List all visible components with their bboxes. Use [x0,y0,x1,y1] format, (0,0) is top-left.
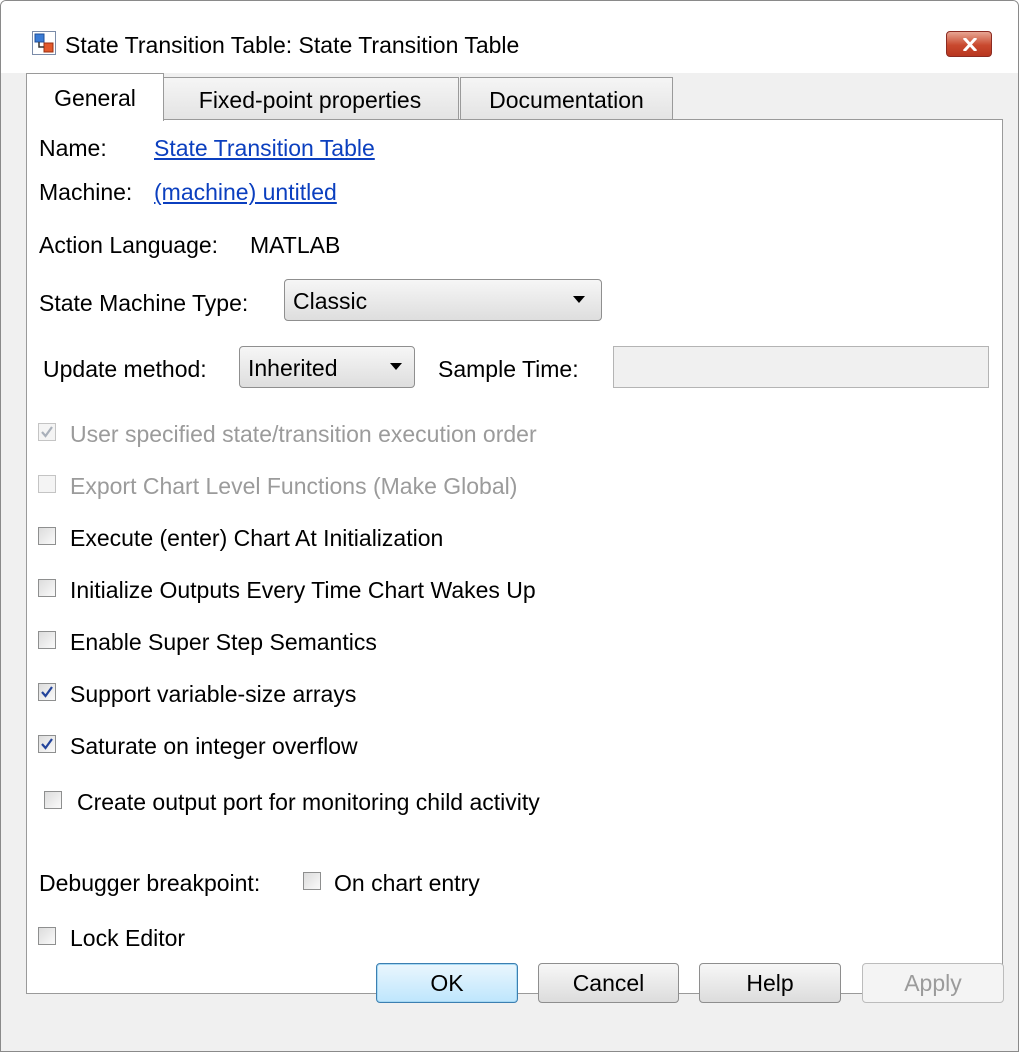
ok-button[interactable]: OK [376,963,518,1003]
execute-at-initialization-checkbox[interactable] [38,527,56,545]
saturate-overflow-checkbox[interactable] [38,735,56,753]
name-label: Name: [39,135,107,161]
monitor-child-activity-label: Create output port for monitoring child … [77,789,540,815]
dialog-window: State Transition Table: State Transition… [0,0,1019,1052]
on-chart-entry-label: On chart entry [334,870,480,896]
title-bar: State Transition Table: State Transition… [1,1,1018,73]
help-button[interactable]: Help [699,963,841,1003]
execute-at-initialization-label: Execute (enter) Chart At Initialization [70,525,444,551]
machine-label: Machine: [39,179,133,205]
action-language-value: MATLAB [250,232,341,258]
checkmark-icon [41,738,53,750]
action-language-label: Action Language: [39,232,219,258]
lock-editor-label: Lock Editor [70,925,186,951]
apply-button[interactable]: Apply [862,963,1004,1003]
cancel-button[interactable]: Cancel [538,963,679,1003]
tab-general[interactable]: General [26,73,164,121]
sample-time-label: Sample Time: [438,356,579,382]
chevron-down-icon [390,363,402,370]
update-method-dropdown[interactable]: Inherited [239,346,415,388]
variable-size-arrays-label: Support variable-size arrays [70,681,357,707]
tab-fixed-point-properties[interactable]: Fixed-point properties [161,77,459,121]
checkmark-icon [41,686,53,698]
export-chart-functions-label: Export Chart Level Functions (Make Globa… [70,473,518,499]
state-machine-type-label: State Machine Type: [39,290,249,316]
sample-time-input[interactable] [613,346,989,388]
tab-documentation[interactable]: Documentation [460,77,673,121]
stateflow-app-icon [32,31,56,55]
monitor-child-activity-checkbox[interactable] [44,791,62,809]
update-method-value: Inherited [248,355,338,381]
saturate-overflow-label: Saturate on integer overflow [70,733,358,759]
name-link[interactable]: State Transition Table [154,135,375,162]
close-icon [963,38,977,51]
state-machine-type-value: Classic [293,288,368,314]
initialize-outputs-label: Initialize Outputs Every Time Chart Wake… [70,577,536,603]
checkmark-icon [41,426,53,438]
state-machine-type-dropdown[interactable]: Classic [284,279,602,321]
initialize-outputs-checkbox[interactable] [38,579,56,597]
user-specified-order-label: User specified state/transition executio… [70,421,537,447]
on-chart-entry-checkbox[interactable] [303,872,321,890]
machine-link[interactable]: (machine) untitled [154,179,337,206]
lock-editor-checkbox[interactable] [38,927,56,945]
variable-size-arrays-checkbox[interactable] [38,683,56,701]
update-method-label: Update method: [43,356,207,382]
debugger-breakpoint-label: Debugger breakpoint: [39,870,261,896]
export-chart-functions-checkbox[interactable] [38,475,56,493]
super-step-semantics-label: Enable Super Step Semantics [70,629,377,655]
chevron-down-icon [573,296,585,303]
window-title: State Transition Table: State Transition… [65,32,520,58]
super-step-semantics-checkbox[interactable] [38,631,56,649]
close-button[interactable] [946,31,992,57]
user-specified-order-checkbox[interactable] [38,423,56,441]
